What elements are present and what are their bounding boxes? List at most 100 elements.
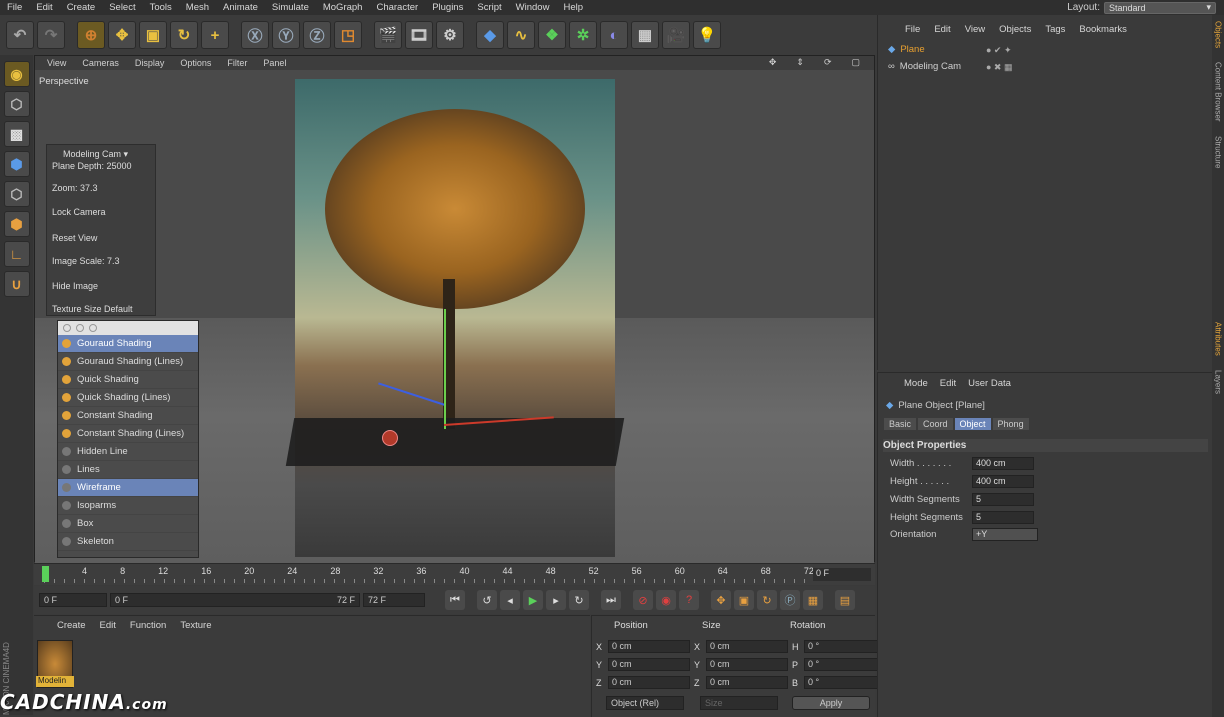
height-field[interactable]: 400 cm (972, 475, 1034, 488)
material-menu-texture[interactable]: Texture (173, 620, 218, 631)
nurbs-icon[interactable]: ❖ (538, 21, 566, 49)
menu-window[interactable]: Window (509, 2, 557, 13)
material-menu-create[interactable]: Create (50, 620, 93, 631)
rotation-h-field[interactable]: 0 ° (804, 640, 886, 653)
width-field[interactable]: 400 cm (972, 457, 1034, 470)
next-key-icon[interactable]: ↻ (569, 590, 589, 610)
size-z-field[interactable]: 0 cm (706, 676, 788, 689)
object-item-plane[interactable]: ◆ Plane (888, 44, 925, 55)
menu-mesh[interactable]: Mesh (179, 2, 216, 13)
menu-item-box[interactable]: Box (58, 515, 198, 533)
side-tab-layers[interactable]: Layers (1214, 370, 1223, 394)
key-scale-icon[interactable]: ▣ (734, 590, 754, 610)
key-parameter-icon[interactable]: Ⓟ (780, 590, 800, 610)
key-rotation-icon[interactable]: ↻ (757, 590, 777, 610)
viewport-menu-cameras[interactable]: Cameras (74, 58, 127, 68)
viewport-menu-options[interactable]: Options (172, 58, 219, 68)
close-icon[interactable] (63, 324, 71, 332)
deformer-icon[interactable]: ◐ (600, 21, 628, 49)
menu-item-wireframe[interactable]: Wireframe (58, 479, 198, 497)
size-x-field[interactable]: 0 cm (706, 640, 788, 653)
edges-mode-icon[interactable]: ⬡ (3, 181, 30, 207)
render-settings-icon[interactable]: ⚙ (436, 21, 464, 49)
material-menu-edit[interactable]: Edit (93, 620, 123, 631)
apply-button[interactable]: Apply (792, 696, 870, 710)
zoom-icon[interactable] (89, 324, 97, 332)
start-frame-field[interactable]: 0 F (39, 593, 107, 607)
menu-item-skeleton[interactable]: Skeleton (58, 533, 198, 551)
live-selection-icon[interactable]: ⊕ (77, 21, 105, 49)
move-view-icon[interactable]: ✥ (761, 57, 785, 68)
redo-icon[interactable]: ↷ (37, 21, 65, 49)
viewport-menu-display[interactable]: Display (127, 58, 173, 68)
coordinate-system-icon[interactable]: ◳ (334, 21, 362, 49)
attribute-menu-mode[interactable]: Mode (898, 378, 934, 389)
previous-key-icon[interactable]: ↺ (477, 590, 497, 610)
z-axis-icon[interactable]: Ⓩ (303, 21, 331, 49)
y-axis-handle[interactable] (444, 309, 446, 429)
next-frame-icon[interactable]: ▸ (546, 590, 566, 610)
tab-coord[interactable]: Coord (918, 418, 953, 430)
width-segments-field[interactable]: 5 (972, 493, 1034, 506)
scale-icon[interactable]: ▣ (139, 21, 167, 49)
menu-item-constant[interactable]: Constant Shading (58, 407, 198, 425)
previous-frame-icon[interactable]: ◂ (500, 590, 520, 610)
menu-item-constant-lines[interactable]: Constant Shading (Lines) (58, 425, 198, 443)
zoom-value[interactable]: Zoom: 37.3 (52, 183, 98, 193)
zoom-view-icon[interactable]: ⇕ (788, 57, 812, 68)
end-frame-field[interactable]: 72 F (363, 593, 425, 607)
environment-icon[interactable]: ▦ (631, 21, 659, 49)
size-y-field[interactable]: 0 cm (706, 658, 788, 671)
rotation-b-field[interactable]: 0 ° (804, 676, 886, 689)
viewport-menu-filter[interactable]: Filter (219, 58, 255, 68)
light-icon[interactable]: 💡 (693, 21, 721, 49)
layout-dropdown[interactable]: Standard ▾ (1104, 1, 1216, 14)
attribute-menu-edit[interactable]: Edit (934, 378, 962, 389)
menu-create[interactable]: Create (60, 2, 103, 13)
height-segments-field[interactable]: 5 (972, 511, 1034, 524)
tab-basic[interactable]: Basic (884, 418, 917, 430)
go-to-start-icon[interactable]: ⏮ (445, 590, 465, 610)
menu-script[interactable]: Script (470, 2, 508, 13)
menu-item-quick[interactable]: Quick Shading (58, 371, 198, 389)
texture-size[interactable]: Texture Size Default (52, 304, 133, 314)
coordinate-mode-dropdown[interactable]: Object (Rel) (606, 696, 684, 710)
menu-item-gouraud-lines[interactable]: Gouraud Shading (Lines) (58, 353, 198, 371)
hide-image[interactable]: Hide Image (52, 281, 98, 291)
material-label[interactable]: Modelin (36, 676, 74, 687)
keyframe-selection-icon[interactable]: ? (679, 590, 699, 610)
plane-depth[interactable]: Plane Depth: 25000 (52, 161, 132, 171)
tab-phong[interactable]: Phong (992, 418, 1029, 430)
rotate-view-icon[interactable]: ⟳ (816, 57, 840, 68)
menu-item-gouraud[interactable]: Gouraud Shading (58, 335, 198, 353)
viewport-menu-view[interactable]: View (39, 58, 74, 68)
center-handle[interactable] (382, 430, 398, 446)
create-axis-icon[interactable]: + (201, 21, 229, 49)
object-menu-edit[interactable]: Edit (927, 24, 957, 35)
tab-object[interactable]: Object (954, 418, 991, 430)
menu-plugins[interactable]: Plugins (425, 2, 470, 13)
workplane-icon[interactable]: ∟ (3, 241, 30, 267)
orientation-dropdown[interactable]: +Y (972, 528, 1038, 541)
object-menu-view[interactable]: View (958, 24, 992, 35)
menu-select[interactable]: Select (102, 2, 142, 13)
timeline[interactable]: 0 4 8 12 16 20 24 28 32 36 40 44 48 52 5… (34, 563, 875, 585)
menu-item-isoparms[interactable]: Isoparms (58, 497, 198, 515)
position-z-field[interactable]: 0 cm (608, 676, 690, 689)
object-menu-file[interactable]: File (898, 24, 927, 35)
undo-icon[interactable]: ↶ (6, 21, 34, 49)
magnet-icon[interactable]: ∪ (3, 271, 30, 297)
visibility-toggles[interactable]: ● ✔ ✦ (986, 45, 1012, 56)
camera-icon[interactable]: 🎥 (662, 21, 690, 49)
menu-edit[interactable]: Edit (29, 2, 59, 13)
record-key-icon[interactable]: ⊘ (633, 590, 653, 610)
side-tab-content-browser[interactable]: Content Browser (1214, 62, 1223, 122)
y-axis-icon[interactable]: Ⓨ (272, 21, 300, 49)
menu-simulate[interactable]: Simulate (265, 2, 316, 13)
autokey-icon[interactable]: ◉ (656, 590, 676, 610)
timeline-window-icon[interactable]: ▤ (835, 590, 855, 610)
play-icon[interactable]: ▶ (523, 590, 543, 610)
visibility-toggles[interactable]: ● ✖ ▦ (986, 62, 1012, 73)
maximize-view-icon[interactable]: ▢ (843, 57, 868, 68)
menu-help[interactable]: Help (556, 2, 590, 13)
